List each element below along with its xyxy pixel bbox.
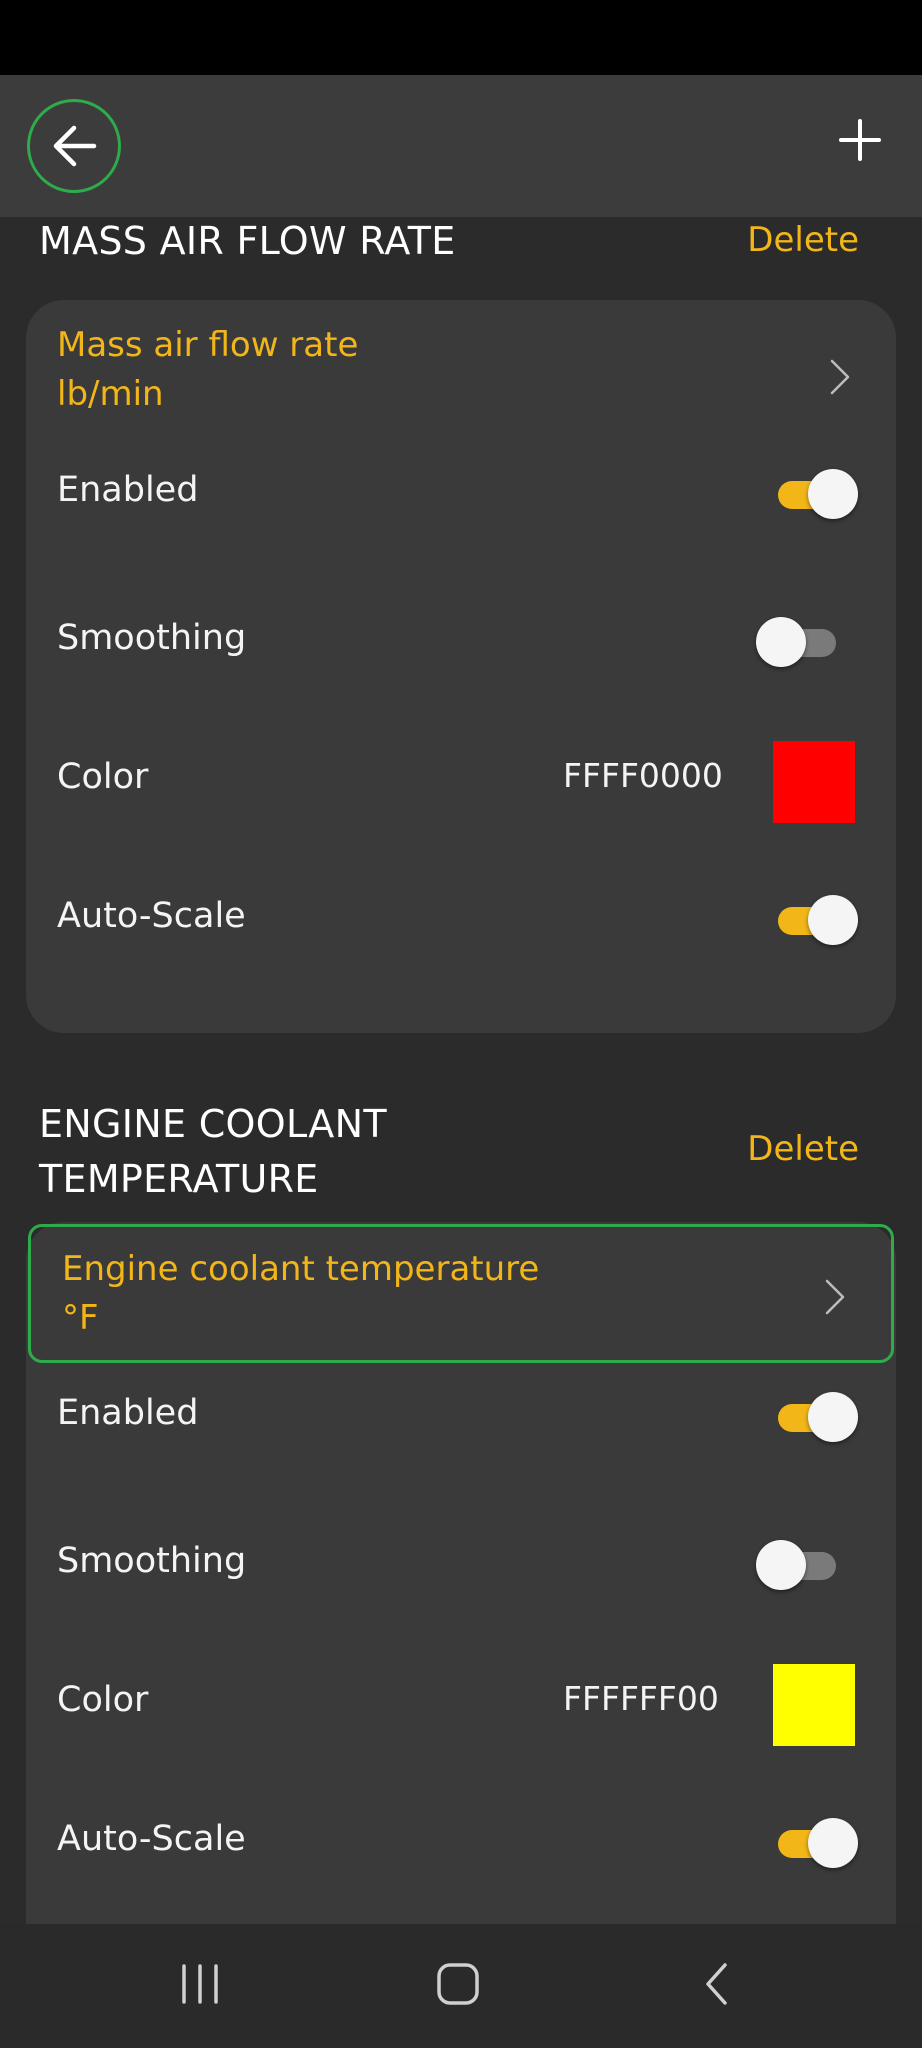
parameter-selector[interactable]: Engine coolant temperature °F <box>28 1224 894 1363</box>
autoscale-label: Auto-Scale <box>57 1819 246 1859</box>
chevron-right-icon <box>825 1279 845 1315</box>
toggle-knob <box>808 1392 858 1442</box>
enabled-row: Enabled <box>26 1383 896 1453</box>
smoothing-label: Smoothing <box>57 1541 247 1581</box>
enabled-label: Enabled <box>57 1393 199 1433</box>
toggle-knob <box>808 1818 858 1868</box>
recents-button[interactable] <box>165 1954 235 2014</box>
section-header: ENGINE COOLANT TEMPERATURE Delete <box>0 1097 922 1227</box>
color-hex-value: FFFF0000 <box>563 756 723 795</box>
delete-button[interactable]: Delete <box>747 220 859 260</box>
color-row: Color FFFF0000 <box>26 737 896 827</box>
parameter-name: Engine coolant temperature <box>62 1249 540 1289</box>
color-label: Color <box>57 757 149 797</box>
autoscale-toggle[interactable] <box>774 1817 858 1869</box>
arrow-left-icon <box>53 125 97 167</box>
smoothing-label: Smoothing <box>57 618 247 658</box>
delete-button[interactable]: Delete <box>747 1129 859 1169</box>
section-header: MASS AIR FLOW RATE Delete <box>0 217 922 297</box>
chevron-right-icon <box>830 359 850 395</box>
smoothing-toggle[interactable] <box>756 616 842 668</box>
home-icon <box>437 1963 479 2005</box>
enabled-label: Enabled <box>57 470 199 510</box>
autoscale-row: Auto-Scale <box>26 1809 896 1879</box>
color-swatch[interactable] <box>773 741 855 823</box>
add-button[interactable] <box>830 110 890 170</box>
enabled-toggle[interactable] <box>774 468 858 520</box>
color-hex-value: FFFFFF00 <box>563 1679 719 1718</box>
nav-back-icon <box>706 1963 727 2005</box>
back-button[interactable] <box>27 99 121 193</box>
system-nav-bar <box>0 1924 922 2048</box>
color-row: Color FFFFFF00 <box>26 1660 896 1750</box>
recents-icon <box>182 1964 218 2004</box>
autoscale-label: Auto-Scale <box>57 896 246 936</box>
smoothing-toggle[interactable] <box>756 1539 842 1591</box>
autoscale-toggle[interactable] <box>774 894 858 946</box>
toggle-knob <box>756 1540 806 1590</box>
home-button[interactable] <box>423 1954 493 2014</box>
color-label: Color <box>57 1680 149 1720</box>
toggle-knob <box>808 895 858 945</box>
nav-back-button[interactable] <box>682 1954 752 2014</box>
section-title: MASS AIR FLOW RATE <box>39 219 456 263</box>
autoscale-row: Auto-Scale <box>26 886 896 956</box>
content-scroll[interactable]: MASS AIR FLOW RATE Delete Mass air flow … <box>0 217 922 1924</box>
toggle-knob <box>808 469 858 519</box>
color-swatch[interactable] <box>773 1664 855 1746</box>
parameter-unit: °F <box>62 1298 99 1338</box>
enabled-row: Enabled <box>26 460 896 530</box>
toggle-knob <box>756 617 806 667</box>
smoothing-row: Smoothing <box>26 608 896 678</box>
enabled-toggle[interactable] <box>774 1391 858 1443</box>
parameter-card: Mass air flow rate lb/min Enabled Smooth… <box>26 300 896 1033</box>
section-title: ENGINE COOLANT TEMPERATURE <box>39 1102 387 1201</box>
app-bar <box>0 75 922 217</box>
parameter-card: Engine coolant temperature °F Enabled Sm… <box>26 1222 896 1924</box>
smoothing-row: Smoothing <box>26 1531 896 1601</box>
plus-icon <box>839 119 881 161</box>
parameter-name: Mass air flow rate <box>57 325 359 365</box>
status-bar <box>0 0 922 75</box>
parameter-selector[interactable]: Mass air flow rate lb/min <box>26 325 896 435</box>
parameter-unit: lb/min <box>57 374 164 414</box>
